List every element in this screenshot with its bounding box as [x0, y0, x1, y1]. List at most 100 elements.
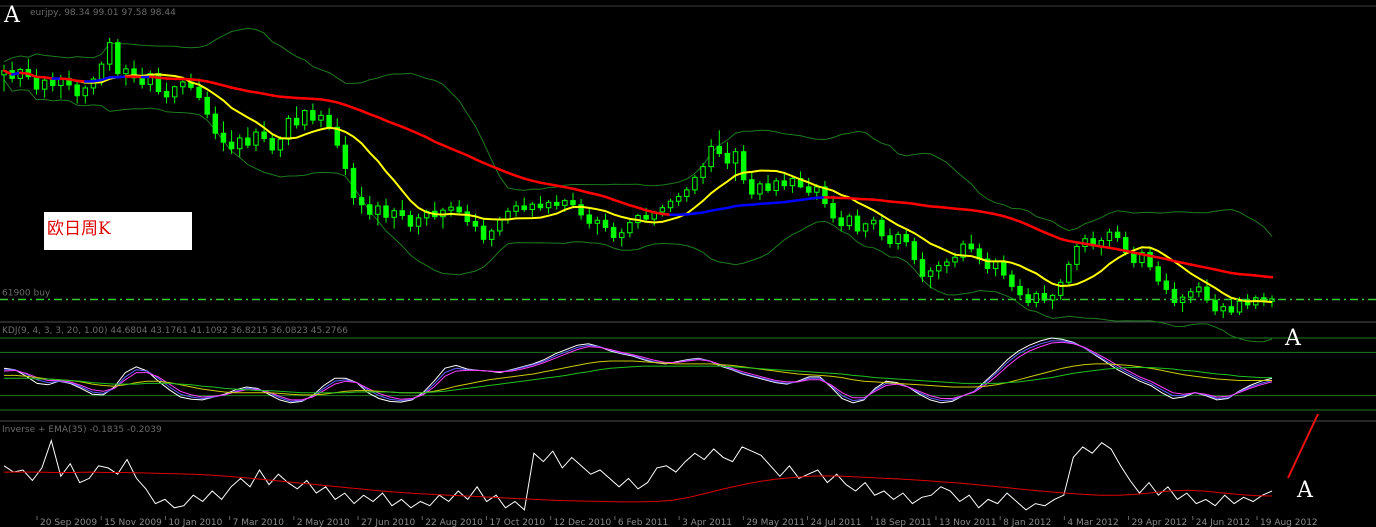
- candle[interactable]: [854, 209, 861, 235]
- candle[interactable]: [1228, 300, 1235, 316]
- candle[interactable]: [1106, 228, 1113, 247]
- candle[interactable]: [432, 201, 438, 220]
- candle[interactable]: [619, 228, 625, 247]
- candle[interactable]: [212, 106, 219, 140]
- candle[interactable]: [529, 201, 536, 217]
- candle[interactable]: [927, 267, 934, 289]
- candle[interactable]: [1253, 295, 1259, 310]
- candle[interactable]: [789, 176, 796, 193]
- candle[interactable]: [90, 76, 97, 95]
- candle[interactable]: [310, 103, 316, 125]
- candle[interactable]: [50, 72, 56, 92]
- candle[interactable]: [578, 198, 584, 220]
- candle[interactable]: [1066, 261, 1072, 286]
- candle[interactable]: [984, 252, 991, 274]
- candle[interactable]: [285, 115, 292, 146]
- candle[interactable]: [1041, 285, 1048, 304]
- candle[interactable]: [602, 213, 609, 232]
- candle[interactable]: [846, 213, 853, 230]
- candle[interactable]: [440, 207, 446, 229]
- candle[interactable]: [196, 78, 202, 101]
- candle[interactable]: [1155, 261, 1161, 286]
- candle[interactable]: [277, 136, 284, 158]
- candle[interactable]: [594, 216, 601, 235]
- candle[interactable]: [627, 219, 633, 238]
- candle[interactable]: [870, 216, 877, 230]
- candle[interactable]: [862, 222, 869, 238]
- candle[interactable]: [74, 79, 80, 104]
- candle[interactable]: [261, 121, 267, 143]
- candle[interactable]: [521, 197, 527, 212]
- candle[interactable]: [358, 186, 365, 214]
- candle[interactable]: [838, 210, 844, 232]
- candle[interactable]: [822, 180, 828, 208]
- candle[interactable]: [41, 76, 48, 98]
- candle[interactable]: [667, 198, 674, 212]
- candle[interactable]: [269, 133, 275, 155]
- candle[interactable]: [342, 136, 349, 175]
- candle[interactable]: [1187, 288, 1194, 304]
- candle[interactable]: [228, 130, 235, 155]
- candle[interactable]: [1220, 303, 1226, 318]
- candle[interactable]: [1171, 282, 1178, 307]
- candle[interactable]: [383, 198, 389, 223]
- candle[interactable]: [968, 234, 974, 253]
- candle[interactable]: [1025, 288, 1031, 307]
- candle[interactable]: [318, 110, 324, 128]
- candle[interactable]: [480, 219, 487, 244]
- candle[interactable]: [749, 171, 755, 199]
- candle[interactable]: [302, 109, 308, 131]
- candle[interactable]: [350, 163, 357, 205]
- candle[interactable]: [9, 61, 15, 83]
- candle[interactable]: [1179, 294, 1186, 313]
- candle[interactable]: [1090, 231, 1096, 250]
- candle[interactable]: [1163, 273, 1170, 295]
- candle[interactable]: [765, 174, 771, 193]
- candle[interactable]: [82, 85, 89, 104]
- candle[interactable]: [773, 177, 779, 196]
- candle[interactable]: [610, 222, 617, 242]
- candle[interactable]: [936, 261, 942, 280]
- candle[interactable]: [25, 58, 32, 80]
- candle[interactable]: [1, 64, 7, 92]
- candle[interactable]: [586, 207, 592, 229]
- candle[interactable]: [1017, 279, 1023, 301]
- candle[interactable]: [106, 37, 113, 71]
- candle[interactable]: [33, 68, 40, 95]
- candle[interactable]: [781, 171, 788, 190]
- candle[interactable]: [903, 228, 909, 247]
- candle[interactable]: [399, 199, 406, 220]
- candle[interactable]: [895, 231, 901, 250]
- candle[interactable]: [684, 186, 690, 202]
- candle[interactable]: [513, 201, 519, 217]
- candle[interactable]: [204, 91, 210, 119]
- candle[interactable]: [724, 142, 731, 169]
- candle[interactable]: [293, 106, 300, 129]
- candle[interactable]: [220, 121, 227, 152]
- candle[interactable]: [17, 67, 23, 87]
- candle[interactable]: [740, 145, 747, 184]
- candle[interactable]: [537, 195, 544, 211]
- candle[interactable]: [887, 228, 893, 248]
- candle[interactable]: [1001, 255, 1007, 280]
- candle[interactable]: [131, 60, 137, 83]
- candle[interactable]: [1139, 249, 1145, 268]
- candle[interactable]: [407, 210, 414, 232]
- candle[interactable]: [1114, 225, 1121, 242]
- candle[interactable]: [415, 213, 422, 235]
- candle[interactable]: [253, 128, 259, 152]
- candle[interactable]: [1212, 294, 1218, 316]
- candle[interactable]: [488, 228, 495, 247]
- candle[interactable]: [171, 85, 178, 104]
- candle[interactable]: [1147, 246, 1153, 271]
- candle[interactable]: [708, 139, 714, 172]
- candle[interactable]: [830, 195, 836, 223]
- candle[interactable]: [1049, 294, 1056, 310]
- candle[interactable]: [805, 177, 812, 196]
- candle[interactable]: [505, 207, 511, 224]
- candle[interactable]: [155, 67, 162, 95]
- candle[interactable]: [976, 243, 983, 265]
- candle[interactable]: [700, 163, 706, 184]
- candle[interactable]: [163, 82, 170, 104]
- candle[interactable]: [545, 199, 552, 214]
